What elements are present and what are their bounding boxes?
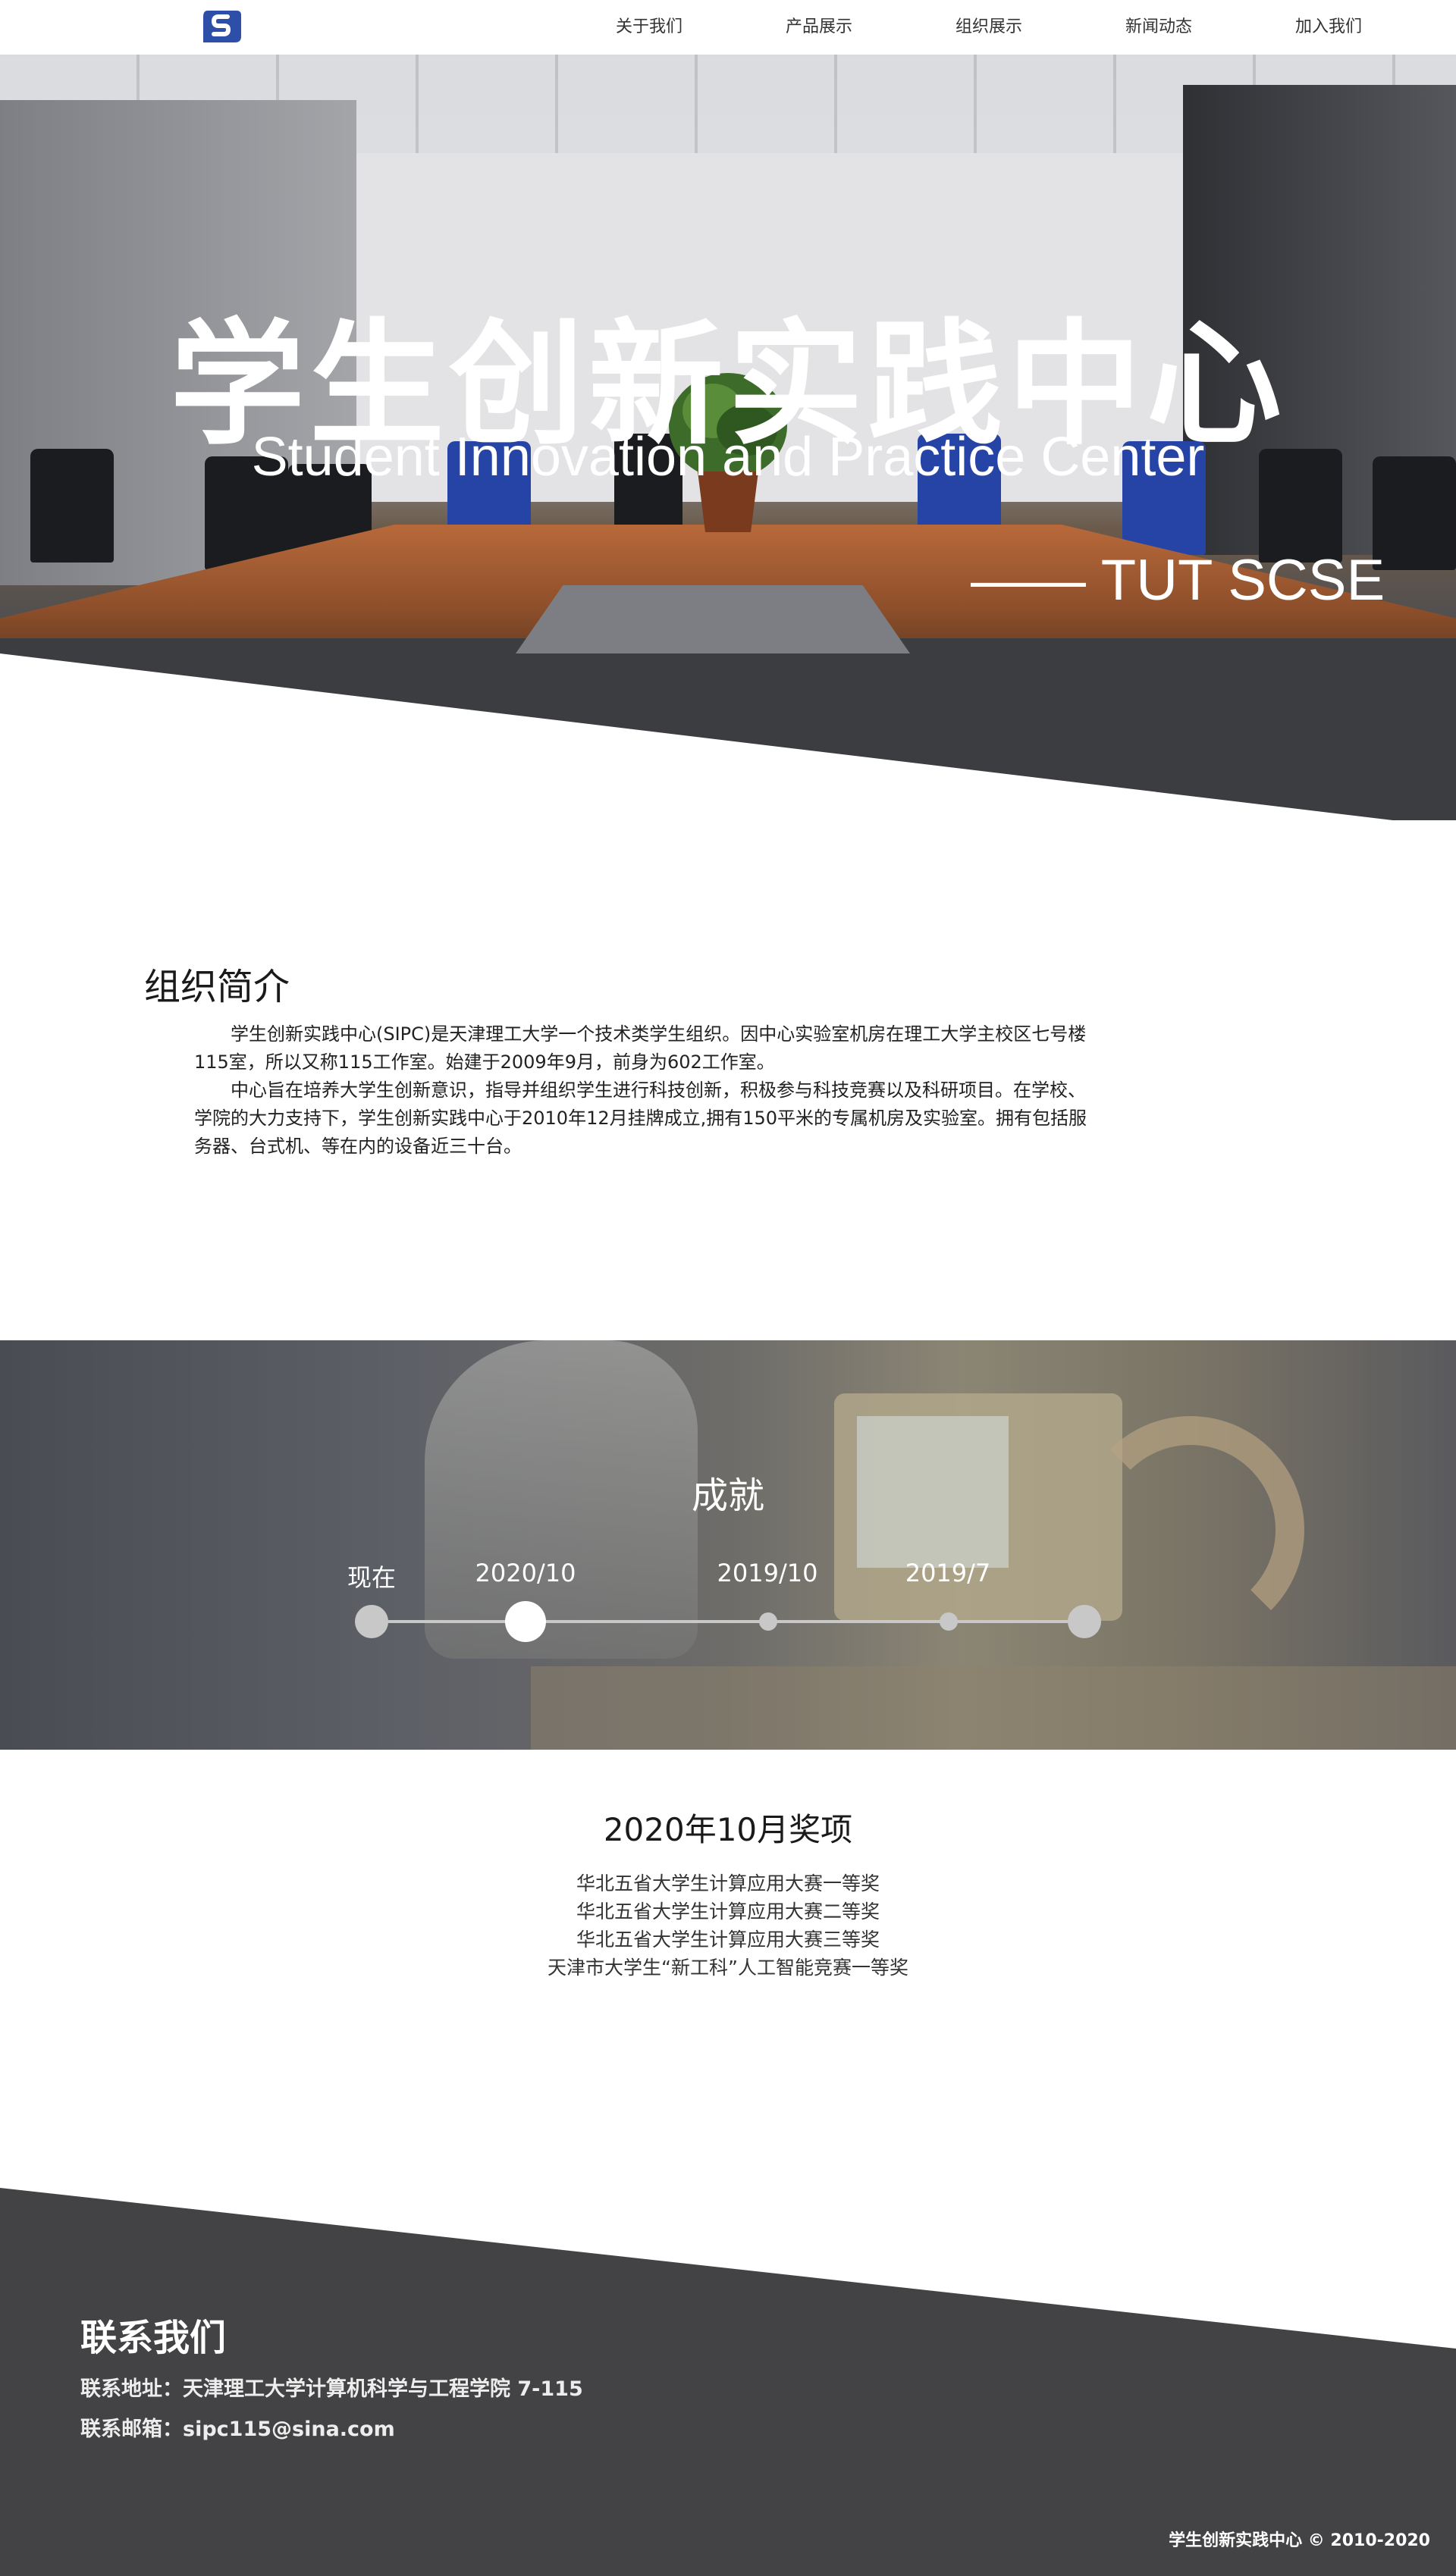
timeline-label-now[interactable]: 现在 <box>347 1559 396 1594</box>
timeline-label-2019-10[interactable]: 2019/10 <box>717 1559 818 1587</box>
contact-email[interactable]: 联系邮箱：sipc115@sina.com <box>80 2412 395 2442</box>
timeline-dot-now[interactable] <box>355 1605 388 1638</box>
hero-table-panel <box>516 585 910 653</box>
awards-list: 华北五省大学生计算应用大赛一等奖 华北五省大学生计算应用大赛二等奖 华北五省大学… <box>0 1869 1456 1982</box>
top-navbar: 关于我们 产品展示 组织展示 新闻动态 加入我们 <box>0 0 1456 55</box>
contact-heading: 联系我们 <box>80 2317 227 2359</box>
hero-banner: 学生创新实践中心 Student Innovation and Practice… <box>0 55 1456 820</box>
intro-heading: 组织简介 <box>144 966 290 1008</box>
timeline-dot-2020-10[interactable] <box>505 1601 546 1642</box>
nav-item-news[interactable]: 新闻动态 <box>1074 0 1244 55</box>
nav-item-about[interactable]: 关于我们 <box>564 0 734 55</box>
nav-item-organization[interactable]: 组织展示 <box>904 0 1074 55</box>
intro-paragraph: 学生创新实践中心(SIPC)是天津理工大学一个技术类学生组织。因中心实验室机房在… <box>194 1023 1087 1073</box>
hero-subtitle: Student Innovation and Practice Center <box>251 427 1205 487</box>
award-item: 华北五省大学生计算应用大赛三等奖 <box>576 1929 880 1951</box>
intro-paragraph: 中心旨在培养大学生创新意识，指导并组织学生进行科技创新，积极参与科技竞赛以及科研… <box>194 1080 1087 1157</box>
achievements-lamp-image <box>1077 1416 1304 1644</box>
nav-item-products[interactable]: 产品展示 <box>734 0 904 55</box>
copyright-text: 学生创新实践中心 © 2010-2020 <box>1169 2531 1430 2550</box>
achievements-title: 成就 <box>691 1474 764 1517</box>
timeline-dot-2019-10[interactable] <box>759 1612 777 1631</box>
timeline-label-2020-10[interactable]: 2020/10 <box>475 1559 576 1587</box>
achievements-desk-image <box>531 1666 1456 1750</box>
timeline-dot-2019-7[interactable] <box>940 1612 958 1631</box>
nav-item-join[interactable]: 加入我们 <box>1244 0 1414 55</box>
timeline-dot-end[interactable] <box>1068 1605 1101 1638</box>
timeline-label-2019-7[interactable]: 2019/7 <box>905 1559 991 1587</box>
timeline-track <box>372 1620 1084 1623</box>
contact-address: 联系地址：天津理工大学计算机科学与工程学院 7-115 <box>80 2377 583 2401</box>
intro-text: 学生创新实践中心(SIPC)是天津理工大学一个技术类学生组织。因中心实验室机房在… <box>194 1020 1089 1161</box>
award-item: 天津市大学生“新工科”人工智能竞赛一等奖 <box>548 1957 908 1979</box>
hero-tagline: —— TUT SCSE <box>971 548 1385 613</box>
award-item: 华北五省大学生计算应用大赛二等奖 <box>576 1901 880 1923</box>
nav-links: 关于我们 产品展示 组织展示 新闻动态 加入我们 <box>564 0 1414 55</box>
award-item: 华北五省大学生计算应用大赛一等奖 <box>576 1872 880 1894</box>
awards-title: 2020年10月奖项 <box>603 1811 853 1848</box>
sipc-logo-icon[interactable] <box>200 6 244 45</box>
achievements-banner <box>0 1340 1456 1750</box>
